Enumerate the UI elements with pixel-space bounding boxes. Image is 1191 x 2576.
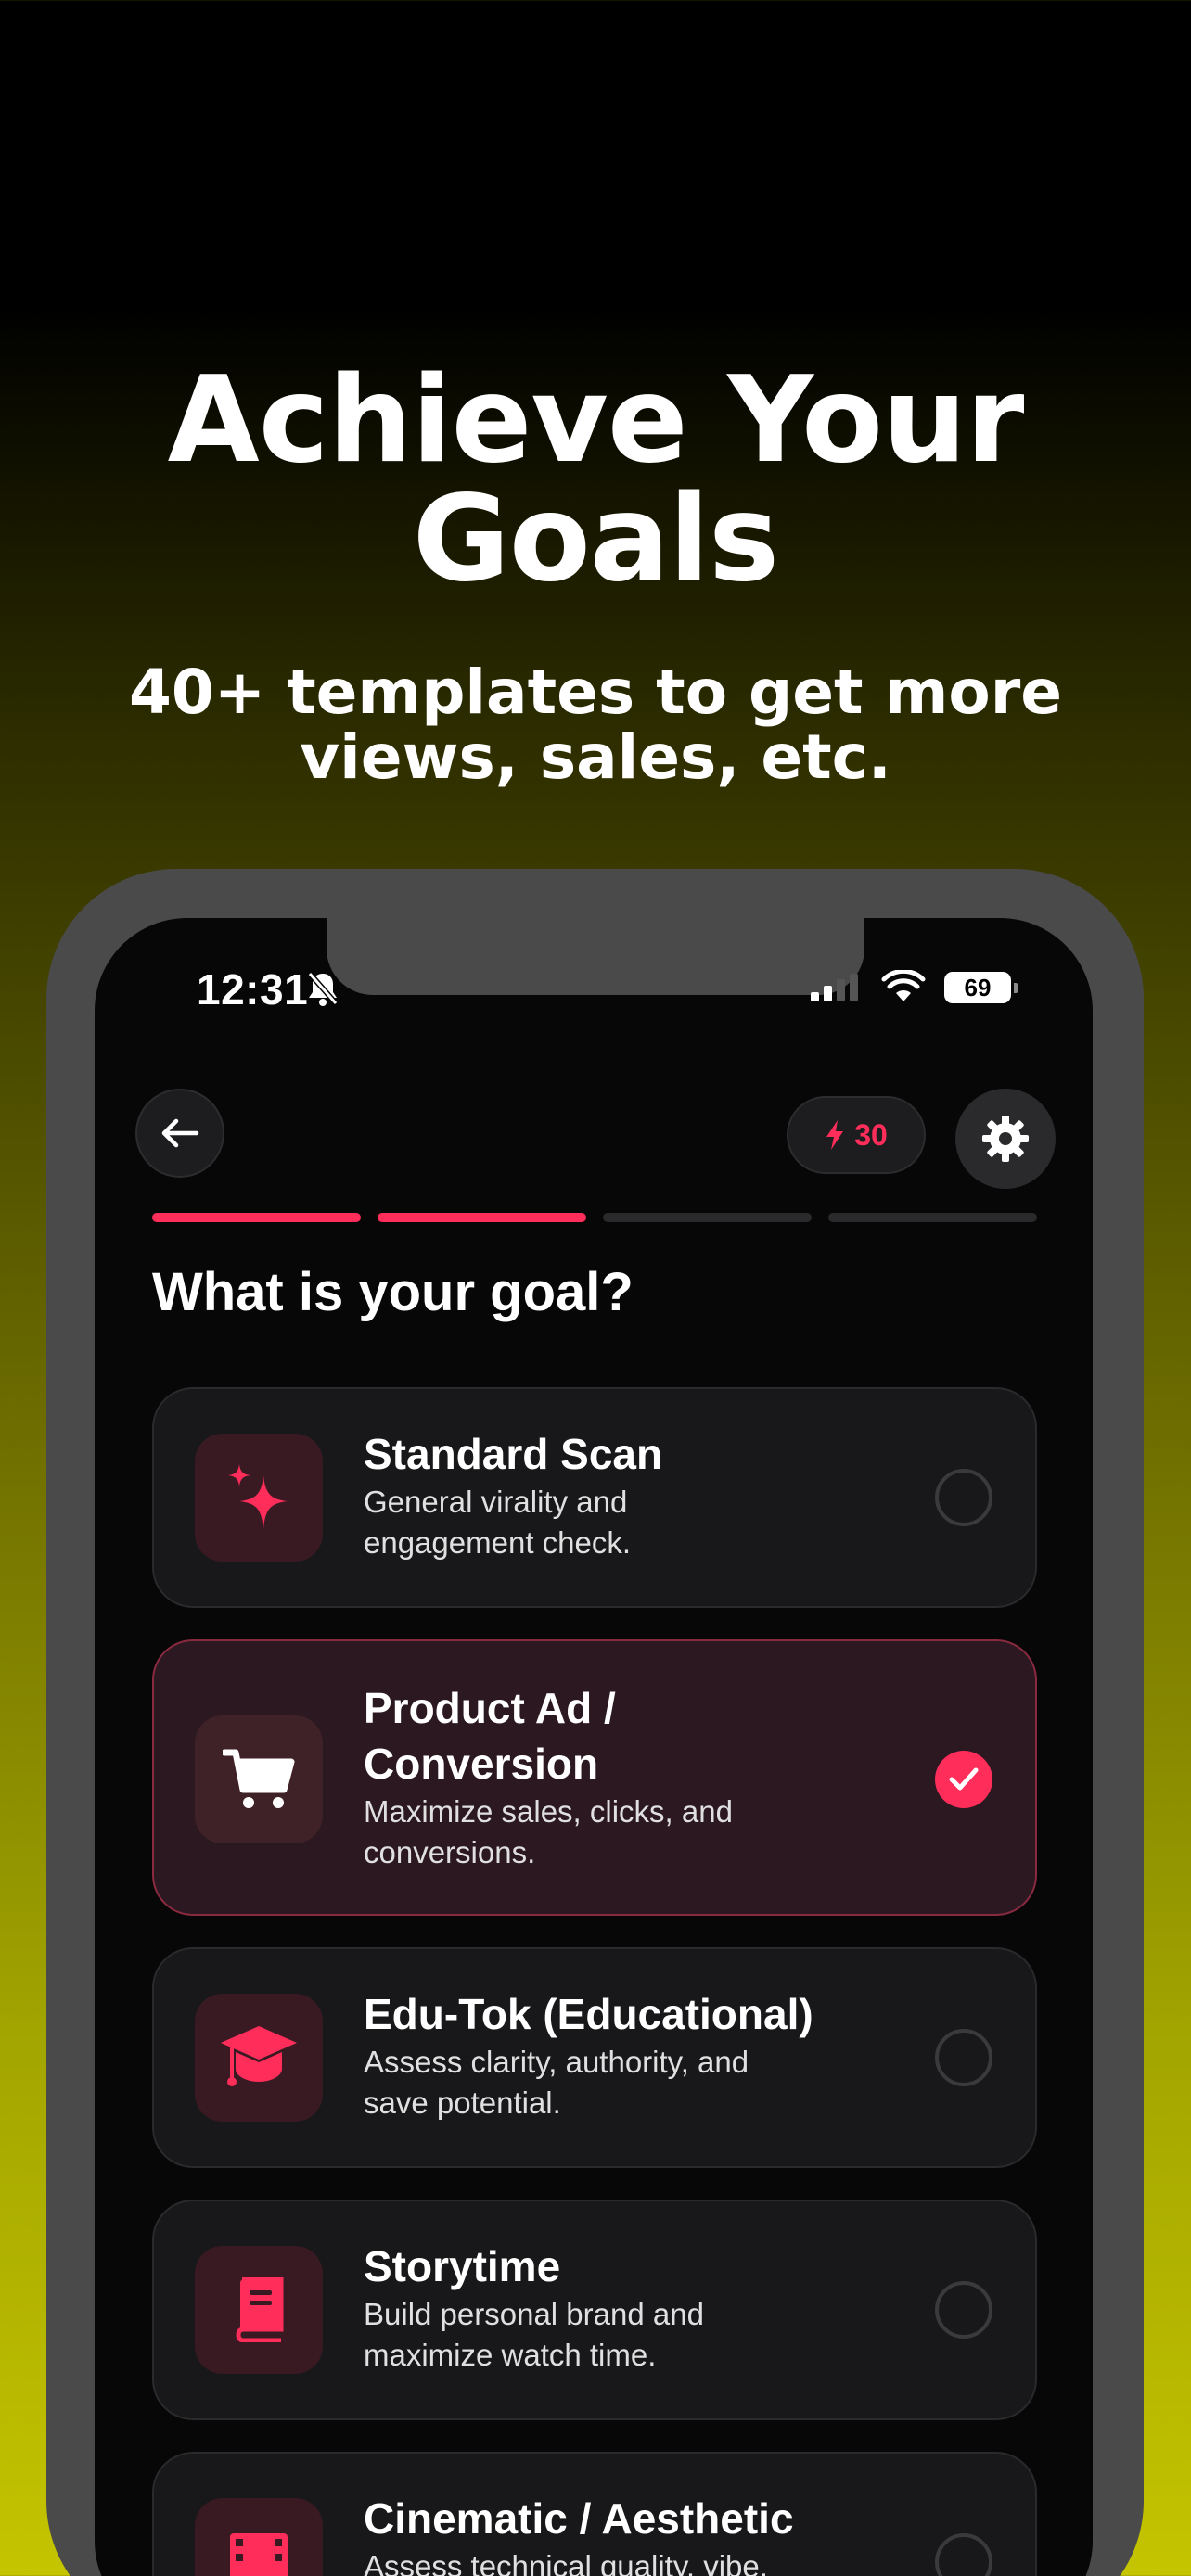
status-time: 12:31 — [197, 965, 309, 1014]
book-icon — [236, 2277, 284, 2342]
option-description-line2: save potential. — [364, 2085, 561, 2120]
goal-option-product-ad[interactable]: Product Ad / Conversion Maximize sales, … — [152, 1639, 1037, 1916]
option-icon-box — [195, 1994, 323, 2122]
option-title: Storytime — [364, 2242, 561, 2290]
bell-slash-icon — [307, 972, 339, 1006]
option-title-line2: Conversion — [364, 1740, 599, 1788]
radio-unchecked[interactable] — [935, 2281, 992, 2339]
cellular-signal-icon — [811, 974, 858, 1001]
goal-option-cinematic[interactable]: Cinematic / Aesthetic Assess technical q… — [152, 2452, 1037, 2576]
settings-button[interactable] — [955, 1089, 1056, 1189]
goal-option-edu-tok[interactable]: Edu-Tok (Educational) Assess clarity, au… — [152, 1947, 1037, 2168]
progress-step-2 — [378, 1213, 586, 1222]
hero-subtitle: 40+ templates to get more views, sales, … — [56, 660, 1135, 790]
hero-subtitle-line2: views, sales, etc. — [300, 721, 891, 793]
option-description-line2: maximize watch time. — [364, 2338, 657, 2372]
goal-options-list: Standard Scan General virality and engag… — [152, 1387, 1037, 2576]
radio-unchecked[interactable] — [935, 2029, 992, 2086]
progress-step-3 — [603, 1213, 812, 1222]
wifi-icon — [881, 970, 926, 1001]
onboarding-progress — [152, 1213, 1037, 1222]
notch — [327, 918, 864, 995]
option-description-line1: Maximize sales, clicks, and — [364, 1794, 733, 1829]
back-button[interactable] — [135, 1089, 224, 1178]
battery-indicator: 69 — [944, 972, 1018, 1003]
progress-step-1 — [152, 1213, 361, 1222]
radio-checked[interactable] — [935, 1751, 992, 1808]
battery-level: 69 — [944, 972, 1011, 1003]
option-title: Cinematic / Aesthetic — [364, 2494, 794, 2543]
goal-option-storytime[interactable]: Storytime Build personal brand and maxim… — [152, 2200, 1037, 2420]
cart-icon — [223, 1749, 295, 1808]
option-description-line2: engagement check. — [364, 1525, 632, 1560]
option-title: Standard Scan — [364, 1430, 663, 1478]
gear-icon — [982, 1116, 1029, 1162]
goal-option-standard-scan[interactable]: Standard Scan General virality and engag… — [152, 1387, 1037, 1608]
credits-count: 30 — [854, 1117, 888, 1152]
option-icon-box — [195, 1715, 323, 1843]
sparkles-icon — [228, 1464, 288, 1529]
radio-unchecked[interactable] — [935, 2533, 992, 2576]
option-description-line1: Assess clarity, authority, and — [364, 2045, 749, 2079]
graduation-cap-icon — [221, 2026, 297, 2086]
phone-screen: 12:31 69 30 What is your goal? Standard … — [95, 918, 1093, 2576]
credits-badge[interactable]: 30 — [787, 1096, 926, 1174]
option-description-line1: Assess technical quality, vibe, — [364, 2549, 768, 2576]
option-icon-box — [195, 2246, 323, 2374]
option-description-line1: General virality and — [364, 1485, 628, 1519]
hero-title-line1: Achieve Your — [167, 351, 1025, 490]
option-title: Edu-Tok (Educational) — [364, 1990, 813, 2038]
radio-unchecked[interactable] — [935, 1469, 992, 1526]
arrow-left-icon — [161, 1118, 199, 1148]
option-icon-box — [195, 2498, 323, 2576]
progress-step-4 — [828, 1213, 1037, 1222]
page-title: What is your goal? — [152, 1262, 634, 1322]
option-description-line2: conversions. — [364, 1835, 536, 1869]
checkmark-icon — [949, 1767, 979, 1791]
hero-title: Achieve Your Goals — [0, 362, 1191, 599]
film-icon — [230, 2533, 288, 2576]
hero-subtitle-line1: 40+ templates to get more — [128, 657, 1063, 728]
option-title: Product Ad / — [364, 1684, 616, 1732]
option-icon-box — [195, 1434, 323, 1562]
hero-title-line2: Goals — [412, 470, 779, 608]
bolt-icon — [826, 1120, 844, 1150]
option-description-line1: Build personal brand and — [364, 2297, 704, 2331]
